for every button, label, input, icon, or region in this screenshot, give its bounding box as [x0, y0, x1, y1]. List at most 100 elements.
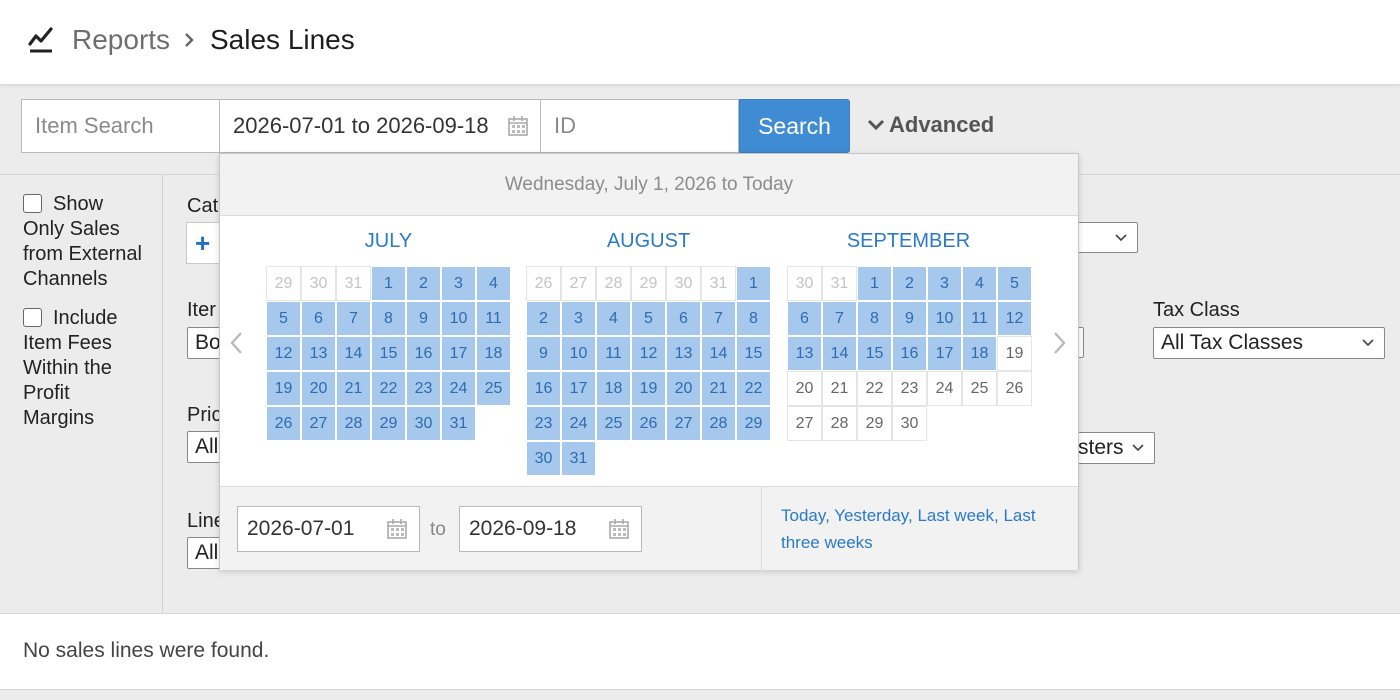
calendar-day[interactable]: 6	[301, 301, 336, 336]
calendar-day[interactable]: 6	[666, 301, 701, 336]
calendar-day[interactable]: 30	[787, 266, 822, 301]
external-channels-option[interactable]: Show Only Sales from External Channels	[23, 192, 143, 292]
start-date-input[interactable]: 2026-07-01	[237, 506, 420, 552]
calendar-day[interactable]: 7	[336, 301, 371, 336]
calendar-day[interactable]: 3	[927, 266, 962, 301]
calendar-day[interactable]: 19	[631, 371, 666, 406]
calendar-day[interactable]: 14	[822, 336, 857, 371]
calendar-day[interactable]: 2	[406, 266, 441, 301]
calendar-day[interactable]: 8	[371, 301, 406, 336]
tax-class-select[interactable]: All Tax Classes	[1153, 327, 1385, 359]
category-select[interactable]	[1070, 222, 1138, 253]
calendar-day[interactable]: 14	[701, 336, 736, 371]
calendar-day[interactable]: 10	[927, 301, 962, 336]
calendar-day[interactable]: 27	[561, 266, 596, 301]
calendar-day[interactable]: 25	[476, 371, 511, 406]
calendar-day[interactable]: 2	[526, 301, 561, 336]
calendar-day[interactable]: 3	[441, 266, 476, 301]
calendar-day[interactable]: 30	[892, 406, 927, 441]
calendar-day[interactable]: 9	[406, 301, 441, 336]
calendar-day[interactable]: 11	[962, 301, 997, 336]
item-fees-option[interactable]: Include Item Fees Within the Profit Marg…	[23, 306, 143, 431]
calendar-day[interactable]: 4	[596, 301, 631, 336]
calendar-day[interactable]: 17	[561, 371, 596, 406]
calendar-day[interactable]: 31	[701, 266, 736, 301]
advanced-toggle[interactable]: Advanced	[866, 112, 994, 138]
quick-link-yesterday[interactable]: Yesterday,	[834, 506, 912, 525]
search-button[interactable]: Search	[739, 99, 850, 153]
calendar-day[interactable]: 15	[371, 336, 406, 371]
calendar-day[interactable]: 30	[526, 441, 561, 476]
calendar-day[interactable]: 17	[441, 336, 476, 371]
register-select[interactable]: sters	[1070, 432, 1155, 464]
calendar-day[interactable]: 30	[666, 266, 701, 301]
calendar-day[interactable]: 22	[371, 371, 406, 406]
calendar-day[interactable]: 19	[997, 336, 1032, 371]
calendar-day[interactable]: 31	[336, 266, 371, 301]
calendar-day[interactable]: 29	[736, 406, 771, 441]
calendar-day[interactable]: 21	[701, 371, 736, 406]
calendar-day[interactable]: 21	[336, 371, 371, 406]
calendar-day[interactable]: 4	[962, 266, 997, 301]
calendar-day[interactable]: 15	[736, 336, 771, 371]
external-channels-checkbox[interactable]	[23, 194, 42, 213]
calendar-day[interactable]: 12	[266, 336, 301, 371]
calendar-day[interactable]: 29	[266, 266, 301, 301]
calendar-day[interactable]: 25	[962, 371, 997, 406]
breadcrumb-reports[interactable]: Reports	[72, 24, 170, 56]
calendar-day[interactable]: 18	[962, 336, 997, 371]
calendar-day[interactable]: 20	[787, 371, 822, 406]
calendar-day[interactable]: 8	[857, 301, 892, 336]
calendar-day[interactable]: 29	[631, 266, 666, 301]
calendar-day[interactable]: 5	[997, 266, 1032, 301]
calendar-day[interactable]: 7	[701, 301, 736, 336]
calendar-day[interactable]: 24	[441, 371, 476, 406]
calendar-day[interactable]: 14	[336, 336, 371, 371]
calendar-day[interactable]: 27	[787, 406, 822, 441]
calendar-day[interactable]: 5	[631, 301, 666, 336]
date-range-input[interactable]: 2026-07-01 to 2026-09-18	[220, 99, 541, 153]
calendar-day[interactable]: 28	[596, 266, 631, 301]
calendar-day[interactable]: 12	[997, 301, 1032, 336]
calendar-day[interactable]: 21	[822, 371, 857, 406]
calendar-day[interactable]: 30	[301, 266, 336, 301]
calendar-day[interactable]: 17	[927, 336, 962, 371]
calendar-day[interactable]: 1	[736, 266, 771, 301]
item-fees-checkbox[interactable]	[23, 308, 42, 327]
calendar-day[interactable]: 8	[736, 301, 771, 336]
calendar-day[interactable]: 5	[266, 301, 301, 336]
calendar-day[interactable]: 18	[596, 371, 631, 406]
calendar-day[interactable]: 13	[666, 336, 701, 371]
calendar-day[interactable]: 15	[857, 336, 892, 371]
calendar-day[interactable]: 28	[822, 406, 857, 441]
calendar-day[interactable]: 26	[997, 371, 1032, 406]
calendar-day[interactable]: 22	[857, 371, 892, 406]
calendar-day[interactable]: 27	[666, 406, 701, 441]
calendar-day[interactable]: 16	[526, 371, 561, 406]
calendar-day[interactable]: 26	[631, 406, 666, 441]
calendar-day[interactable]: 9	[526, 336, 561, 371]
calendar-day[interactable]: 11	[596, 336, 631, 371]
calendar-day[interactable]: 28	[336, 406, 371, 441]
calendar-day[interactable]: 26	[526, 266, 561, 301]
calendar-day[interactable]: 2	[892, 266, 927, 301]
calendar-day[interactable]: 11	[476, 301, 511, 336]
calendar-day[interactable]: 16	[406, 336, 441, 371]
calendar-day[interactable]: 18	[476, 336, 511, 371]
calendar-day[interactable]: 22	[736, 371, 771, 406]
calendar-day[interactable]: 27	[301, 406, 336, 441]
calendar-day[interactable]: 7	[822, 301, 857, 336]
calendar-day[interactable]: 1	[371, 266, 406, 301]
calendar-day[interactable]: 20	[666, 371, 701, 406]
calendar-day[interactable]: 6	[787, 301, 822, 336]
calendar-day[interactable]: 3	[561, 301, 596, 336]
calendar-day[interactable]: 20	[301, 371, 336, 406]
calendar-day[interactable]: 1	[857, 266, 892, 301]
calendar-day[interactable]: 13	[301, 336, 336, 371]
quick-link-last-week[interactable]: Last week,	[917, 506, 998, 525]
quick-link-today[interactable]: Today,	[781, 506, 830, 525]
id-input[interactable]: ID	[541, 99, 739, 153]
calendar-day[interactable]: 23	[892, 371, 927, 406]
calendar-day[interactable]: 19	[266, 371, 301, 406]
calendar-day[interactable]: 28	[701, 406, 736, 441]
